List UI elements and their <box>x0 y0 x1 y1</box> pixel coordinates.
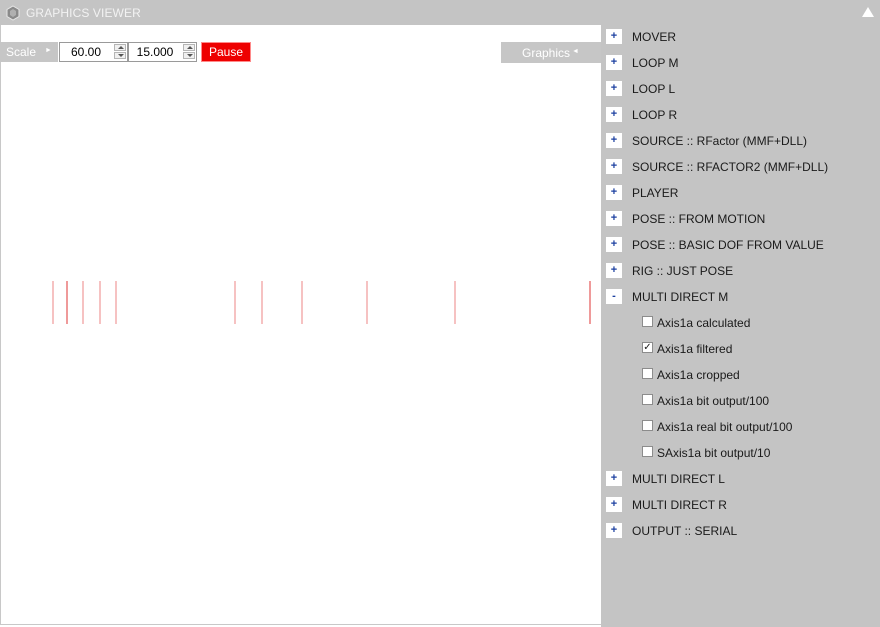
channel-item[interactable]: Axis1a bit output/100 <box>601 390 880 410</box>
channel-item[interactable]: Axis1a calculated <box>601 312 880 332</box>
group-source-rfactor2[interactable]: + SOURCE :: RFACTOR2 (MMF+DLL) <box>601 156 880 176</box>
arrow-right-icon: ► <box>45 47 52 54</box>
expand-icon[interactable]: + <box>606 497 622 512</box>
expand-icon[interactable]: + <box>606 471 622 486</box>
expand-icon[interactable]: + <box>606 523 622 538</box>
group-mover[interactable]: + MOVER <box>601 26 880 46</box>
group-label: POSE :: BASIC DOF FROM VALUE <box>632 238 824 252</box>
channel-item[interactable]: ✓ Axis1a filtered <box>601 338 880 358</box>
group-loop-r[interactable]: + LOOP R <box>601 104 880 124</box>
channel-panel: + MOVER + LOOP M + LOOP L + LOOP R + SOU… <box>601 25 880 627</box>
channel-item[interactable]: Axis1a cropped <box>601 364 880 384</box>
window-down-arrow-icon[interactable] <box>183 52 195 59</box>
channel-item[interactable]: Axis1a real bit output/100 <box>601 416 880 436</box>
triangle-up-icon[interactable] <box>861 6 875 18</box>
window-input[interactable] <box>131 44 179 60</box>
channel-checkbox[interactable] <box>642 446 653 457</box>
group-label: MULTI DIRECT M <box>632 290 729 304</box>
group-pose-basic-dof[interactable]: + POSE :: BASIC DOF FROM VALUE <box>601 234 880 254</box>
group-label: OUTPUT :: SERIAL <box>632 524 738 538</box>
channel-item[interactable]: SAxis1a bit output/10 <box>601 442 880 462</box>
expand-icon[interactable]: + <box>606 263 622 278</box>
arrow-left-icon: ◄ <box>572 48 579 55</box>
group-source-rfactor[interactable]: + SOURCE :: RFactor (MMF+DLL) <box>601 130 880 150</box>
channel-label: Axis1a filtered <box>657 342 733 356</box>
title-bar: GRAPHICS VIEWER <box>0 0 880 25</box>
channel-label: Axis1a bit output/100 <box>657 394 770 408</box>
group-label: LOOP M <box>632 56 679 70</box>
group-multi-direct-r[interactable]: + MULTI DIRECT R <box>601 494 880 514</box>
collapse-icon[interactable]: - <box>606 289 622 304</box>
scale-down-arrow-icon[interactable] <box>114 52 126 59</box>
group-label: SOURCE :: RFACTOR2 (MMF+DLL) <box>632 160 829 174</box>
group-output-serial[interactable]: + OUTPUT :: SERIAL <box>601 520 880 540</box>
group-label: SOURCE :: RFactor (MMF+DLL) <box>632 134 808 148</box>
channel-checkbox[interactable] <box>642 316 653 327</box>
group-label: LOOP R <box>632 108 678 122</box>
group-loop-m[interactable]: + LOOP M <box>601 52 880 72</box>
group-pose-from-motion[interactable]: + POSE :: FROM MOTION <box>601 208 880 228</box>
expand-icon[interactable]: + <box>606 81 622 96</box>
graphics-tab[interactable]: Graphics ◄ <box>501 42 601 63</box>
scale-up-arrow-icon[interactable] <box>114 44 126 51</box>
group-label: MOVER <box>632 30 677 44</box>
expand-icon[interactable]: + <box>606 133 622 148</box>
pause-button[interactable]: Pause <box>201 42 251 62</box>
group-rig-just-pose[interactable]: + RIG :: JUST POSE <box>601 260 880 280</box>
group-player[interactable]: + PLAYER <box>601 182 880 202</box>
channel-checkbox[interactable] <box>642 420 653 431</box>
window-up-arrow-icon[interactable] <box>183 44 195 51</box>
channel-label: Axis1a real bit output/100 <box>657 420 793 434</box>
channel-label: Axis1a cropped <box>657 368 740 382</box>
expand-icon[interactable]: + <box>606 211 622 226</box>
graph-canvas[interactable] <box>0 25 601 625</box>
group-label: RIG :: JUST POSE <box>632 264 734 278</box>
scale-tab[interactable]: Scale ► <box>0 42 58 62</box>
group-label: MULTI DIRECT L <box>632 472 725 486</box>
channel-checkbox[interactable]: ✓ <box>642 342 653 353</box>
group-multi-direct-m[interactable]: - MULTI DIRECT M <box>601 286 880 306</box>
app-logo-icon <box>6 5 20 21</box>
channel-label: SAxis1a bit output/10 <box>657 446 771 460</box>
group-label: LOOP L <box>632 82 676 96</box>
expand-icon[interactable]: + <box>606 29 622 44</box>
channel-checkbox[interactable] <box>642 368 653 379</box>
group-multi-direct-l[interactable]: + MULTI DIRECT L <box>601 468 880 488</box>
channel-checkbox[interactable] <box>642 394 653 405</box>
expand-icon[interactable]: + <box>606 185 622 200</box>
graphics-label: Graphics <box>522 46 571 60</box>
expand-icon[interactable]: + <box>606 107 622 122</box>
scale-input[interactable] <box>62 44 110 60</box>
group-label: POSE :: FROM MOTION <box>632 212 766 226</box>
group-label: PLAYER <box>632 186 679 200</box>
window-spinbox[interactable] <box>128 42 197 62</box>
channel-label: Axis1a calculated <box>657 316 751 330</box>
expand-icon[interactable]: + <box>606 159 622 174</box>
scale-label: Scale <box>6 45 37 59</box>
window-title: GRAPHICS VIEWER <box>26 6 141 20</box>
expand-icon[interactable]: + <box>606 55 622 70</box>
group-label: MULTI DIRECT R <box>632 498 727 512</box>
scale-spinbox[interactable] <box>59 42 128 62</box>
expand-icon[interactable]: + <box>606 237 622 252</box>
group-loop-l[interactable]: + LOOP L <box>601 78 880 98</box>
